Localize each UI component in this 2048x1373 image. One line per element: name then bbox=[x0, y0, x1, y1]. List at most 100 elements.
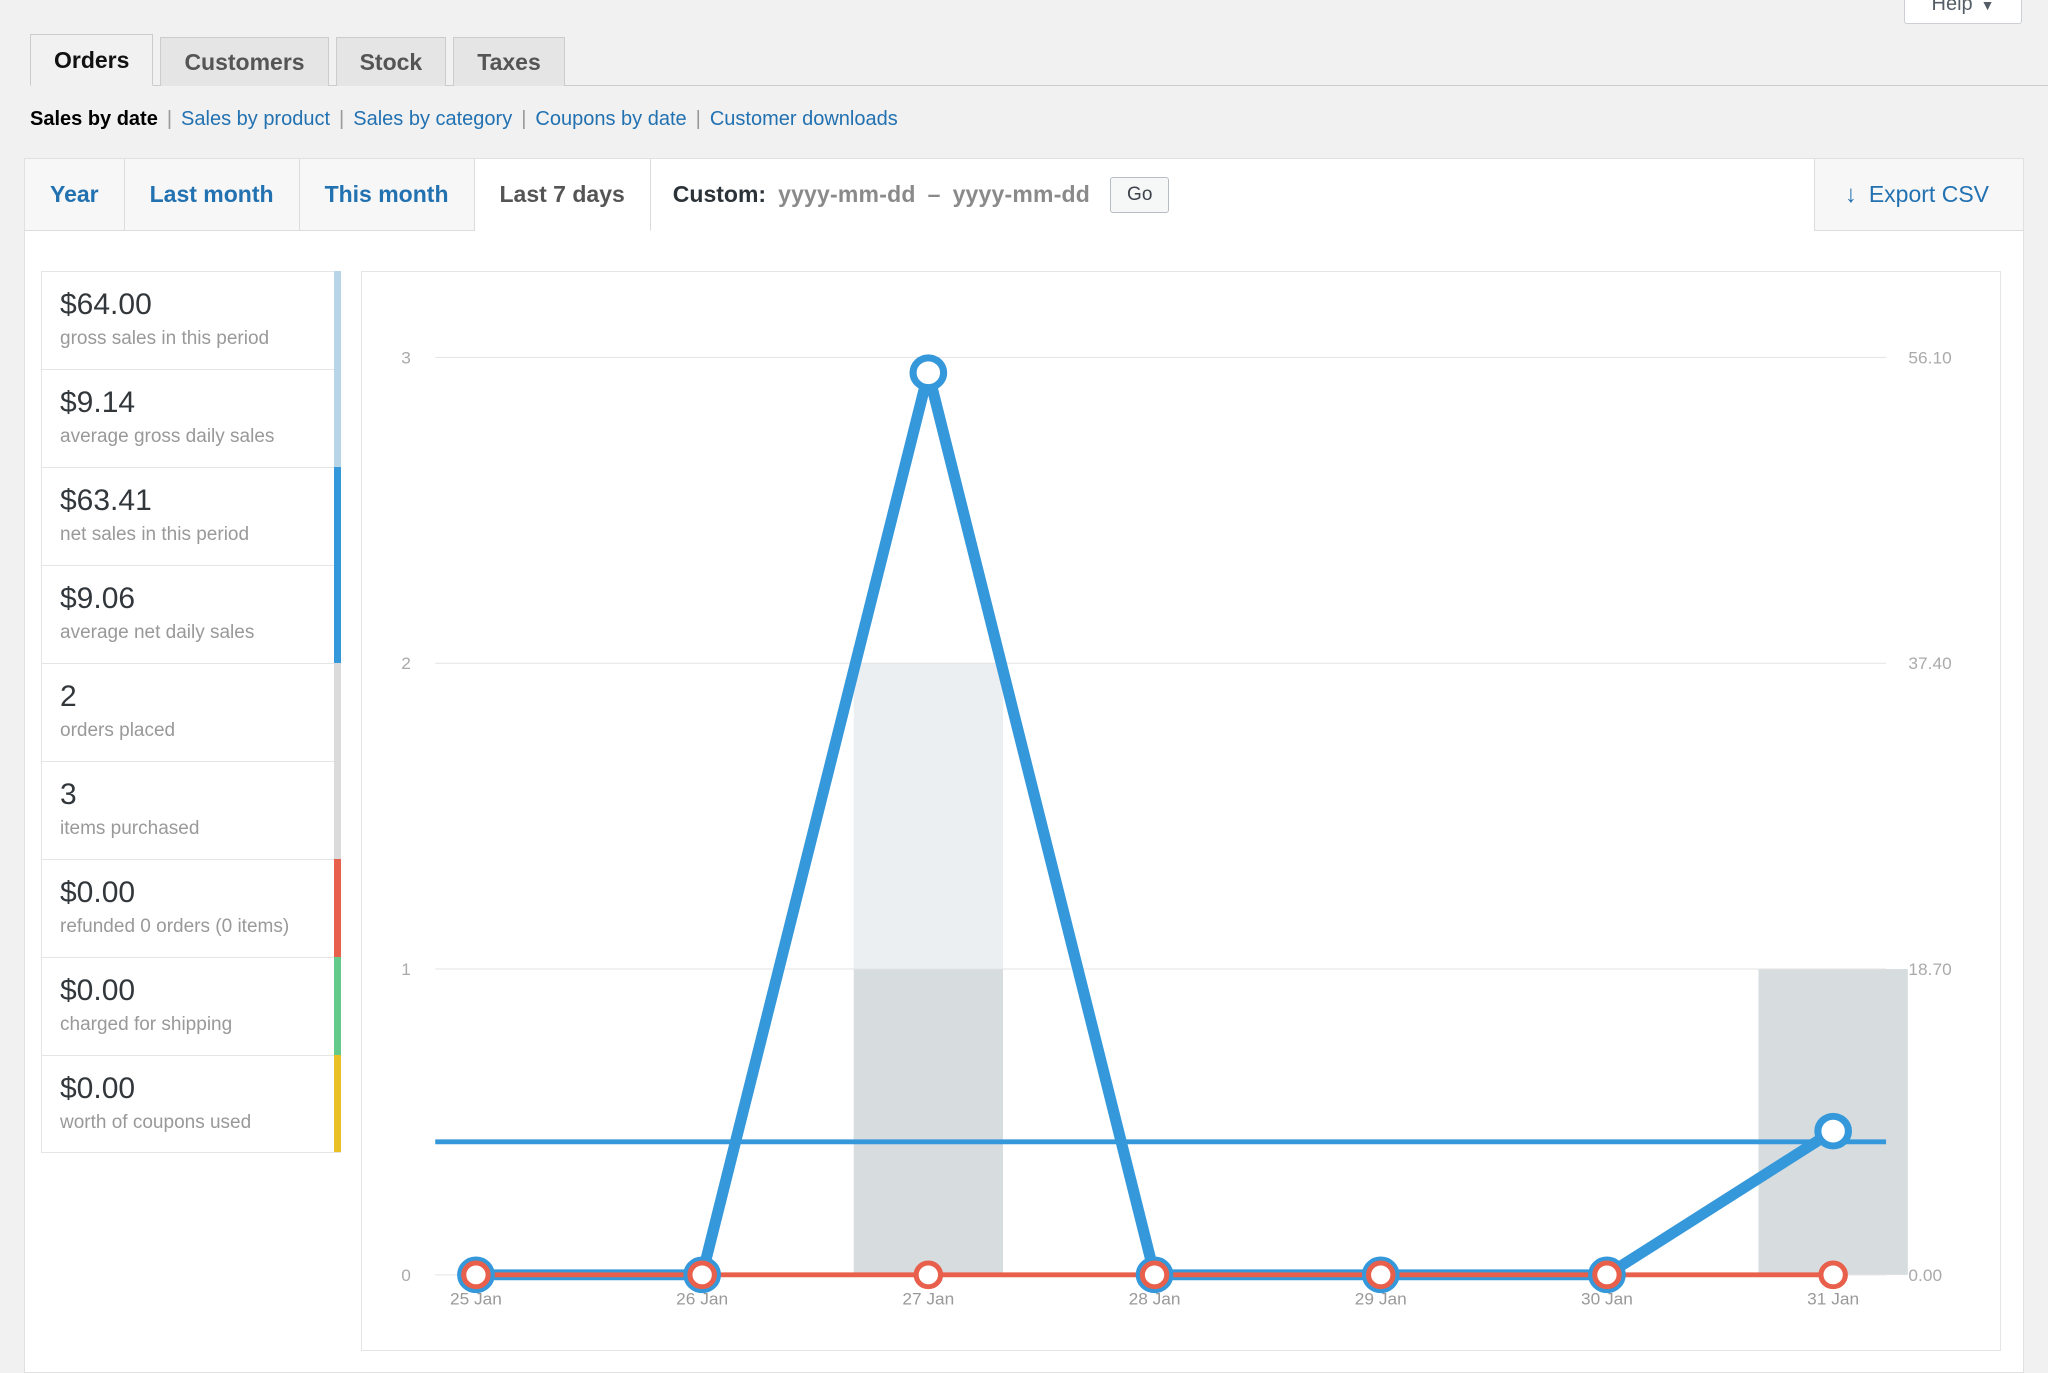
chart-x-tick-label: 26 Jan bbox=[676, 1290, 728, 1309]
stat-orders-placed: 2 orders placed bbox=[41, 663, 341, 761]
subnav-item-sales-by-category[interactable]: Sales by category bbox=[353, 108, 512, 131]
reports-page: Help ▼ Orders Customers Stock Taxes Sale… bbox=[0, 0, 2048, 1373]
chart-data-point bbox=[1142, 1263, 1166, 1287]
chart-bar-segment bbox=[854, 663, 1003, 969]
range-year[interactable]: Year bbox=[25, 159, 125, 230]
subnav-separator-2: | bbox=[339, 108, 344, 131]
stat-color-bar bbox=[334, 467, 341, 565]
stat-value: $9.14 bbox=[60, 384, 322, 422]
chart-data-point bbox=[690, 1263, 714, 1287]
chart-data-point bbox=[1595, 1263, 1619, 1287]
stat-shipping: $0.00 charged for shipping bbox=[41, 957, 341, 1055]
chart-x-tick-label: 29 Jan bbox=[1355, 1290, 1407, 1309]
report-subnav: Sales by date | Sales by product | Sales… bbox=[30, 108, 898, 131]
sales-chart[interactable]: 00.00118.70237.40356.1025 Jan26 Jan27 Ja… bbox=[362, 272, 2000, 1350]
report-tabs: Orders Customers Stock Taxes bbox=[30, 33, 2048, 86]
stat-value: $64.00 bbox=[60, 286, 322, 324]
tab-customers-label: Customers bbox=[184, 49, 304, 76]
custom-range-dash: – bbox=[928, 181, 941, 208]
report-panel: Year Last month This month Last 7 days C… bbox=[24, 158, 2024, 1373]
chart-data-point bbox=[916, 1263, 940, 1287]
chart-left-tick-label: 2 bbox=[401, 654, 411, 673]
stat-color-bar bbox=[334, 761, 341, 859]
tab-stock[interactable]: Stock bbox=[336, 37, 447, 86]
range-last-7-days[interactable]: Last 7 days bbox=[475, 159, 651, 231]
export-csv-label: Export CSV bbox=[1869, 181, 1989, 208]
subnav-item-sales-by-date[interactable]: Sales by date bbox=[30, 108, 158, 131]
chart-data-point bbox=[1818, 1116, 1849, 1146]
custom-to-input[interactable]: yyyy-mm-dd bbox=[953, 181, 1090, 208]
chart-data-point bbox=[464, 1263, 488, 1287]
stat-refunded: $0.00 refunded 0 orders (0 items) bbox=[41, 859, 341, 957]
stat-color-bar bbox=[334, 859, 341, 957]
subnav-item-coupons-by-date[interactable]: Coupons by date bbox=[535, 108, 686, 131]
range-last-month-label: Last month bbox=[150, 181, 274, 208]
tab-orders-label: Orders bbox=[54, 47, 129, 74]
stat-label: orders placed bbox=[60, 720, 322, 742]
stat-items-purchased: 3 items purchased bbox=[41, 761, 341, 859]
stat-color-bar bbox=[334, 957, 341, 1055]
chart-data-point bbox=[1821, 1263, 1845, 1287]
stat-label: gross sales in this period bbox=[60, 328, 322, 350]
sales-chart-card: 00.00118.70237.40356.1025 Jan26 Jan27 Ja… bbox=[361, 271, 2001, 1351]
summary-stats-list: $64.00 gross sales in this period $9.14 … bbox=[41, 271, 341, 1373]
stat-coupons: $0.00 worth of coupons used bbox=[41, 1055, 341, 1153]
chart-right-tick-label: 56.10 bbox=[1908, 349, 1951, 368]
range-year-label: Year bbox=[50, 181, 99, 208]
chart-data-point bbox=[913, 358, 944, 388]
subnav-item-sales-by-product[interactable]: Sales by product bbox=[181, 108, 330, 131]
export-csv-button[interactable]: ↓ Export CSV bbox=[1814, 159, 2023, 230]
stat-value: $0.00 bbox=[60, 972, 322, 1010]
subnav-separator-3: | bbox=[521, 108, 526, 131]
subnav-item-customer-downloads[interactable]: Customer downloads bbox=[710, 108, 898, 131]
stat-value: $0.00 bbox=[60, 1070, 322, 1108]
custom-range-form: Custom: yyyy-mm-dd – yyyy-mm-dd Go bbox=[651, 159, 1814, 231]
chart-right-tick-label: 37.40 bbox=[1908, 654, 1951, 673]
tab-taxes[interactable]: Taxes bbox=[453, 37, 565, 86]
tab-customers[interactable]: Customers bbox=[160, 37, 328, 86]
chart-x-tick-label: 31 Jan bbox=[1807, 1290, 1859, 1309]
chart-x-tick-label: 27 Jan bbox=[902, 1290, 954, 1309]
stat-gross-sales: $64.00 gross sales in this period bbox=[41, 271, 341, 369]
stat-label: net sales in this period bbox=[60, 524, 322, 546]
stat-label: worth of coupons used bbox=[60, 1112, 322, 1134]
tab-orders[interactable]: Orders bbox=[30, 34, 153, 86]
chart-data-point bbox=[1369, 1263, 1393, 1287]
stat-label: refunded 0 orders (0 items) bbox=[60, 916, 322, 938]
stat-color-bar bbox=[334, 663, 341, 761]
stat-color-bar bbox=[334, 565, 341, 663]
date-range-toolbar: Year Last month This month Last 7 days C… bbox=[25, 159, 2023, 231]
stat-color-bar bbox=[334, 271, 341, 369]
chart-left-tick-label: 0 bbox=[401, 1266, 411, 1285]
subnav-separator-1: | bbox=[167, 108, 172, 131]
chart-x-tick-label: 30 Jan bbox=[1581, 1290, 1633, 1309]
help-button[interactable]: Help ▼ bbox=[1904, 0, 2022, 24]
range-this-month[interactable]: This month bbox=[300, 159, 475, 230]
custom-from-input[interactable]: yyyy-mm-dd bbox=[778, 181, 915, 208]
range-last-7-days-label: Last 7 days bbox=[500, 181, 625, 208]
stat-label: items purchased bbox=[60, 818, 322, 840]
range-last-month[interactable]: Last month bbox=[125, 159, 300, 230]
stat-label: charged for shipping bbox=[60, 1014, 322, 1036]
stat-value: 2 bbox=[60, 678, 322, 716]
stat-average-gross-daily-sales: $9.14 average gross daily sales bbox=[41, 369, 341, 467]
sales-chart-svg[interactable]: 00.00118.70237.40356.1025 Jan26 Jan27 Ja… bbox=[362, 272, 2000, 1350]
stat-label: average gross daily sales bbox=[60, 426, 322, 448]
stat-value: $9.06 bbox=[60, 580, 322, 618]
chart-x-tick-label: 25 Jan bbox=[450, 1290, 502, 1309]
chart-bar-segment bbox=[854, 969, 1003, 1275]
stat-net-sales: $63.41 net sales in this period bbox=[41, 467, 341, 565]
chart-right-tick-label: 0.00 bbox=[1908, 1266, 1942, 1285]
subnav-separator-4: | bbox=[696, 108, 701, 131]
custom-range-label: Custom: bbox=[673, 181, 766, 208]
tab-stock-label: Stock bbox=[360, 49, 423, 76]
go-button[interactable]: Go bbox=[1110, 177, 1169, 213]
stat-color-bar bbox=[334, 1055, 341, 1152]
stat-value: 3 bbox=[60, 776, 322, 814]
stat-value: $63.41 bbox=[60, 482, 322, 520]
range-this-month-label: This month bbox=[325, 181, 449, 208]
stat-average-net-daily-sales: $9.06 average net daily sales bbox=[41, 565, 341, 663]
help-label: Help bbox=[1932, 0, 1973, 16]
report-body: $64.00 gross sales in this period $9.14 … bbox=[25, 231, 2023, 1373]
chevron-down-icon: ▼ bbox=[1981, 0, 1995, 12]
